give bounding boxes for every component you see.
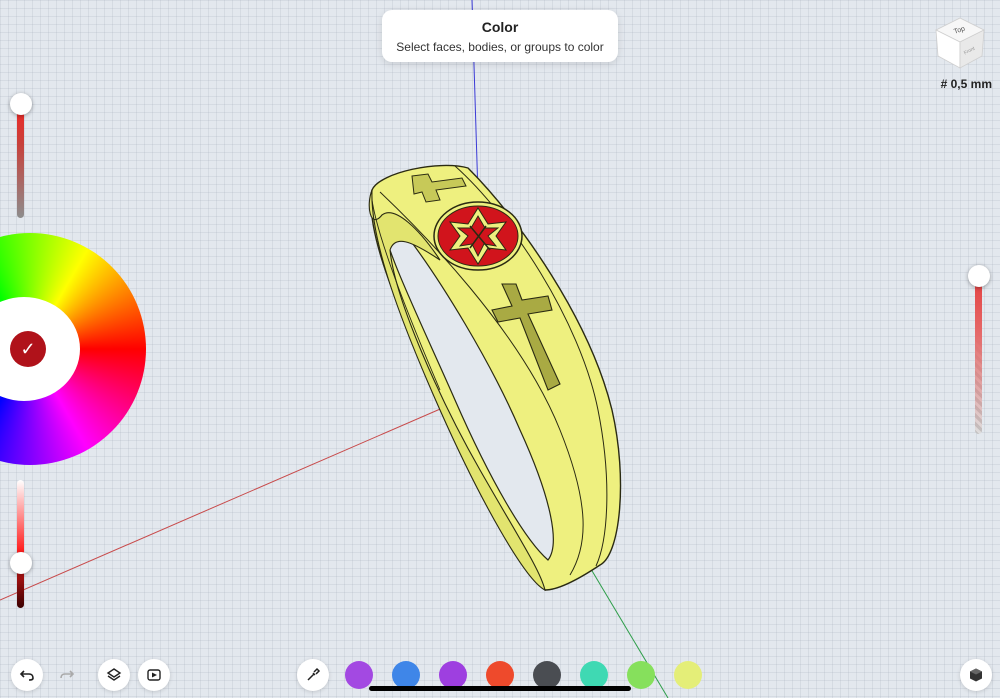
cube-icon	[970, 668, 982, 682]
eyedropper-icon	[307, 667, 321, 681]
undo-button[interactable]	[11, 659, 43, 691]
view-mode-button[interactable]	[960, 659, 992, 691]
layers-button[interactable]	[98, 659, 130, 691]
swatch-teal[interactable]	[580, 661, 608, 689]
brightness-slider-knob[interactable]	[10, 93, 32, 115]
swatch-blue[interactable]	[392, 661, 420, 689]
swatch-violet[interactable]	[439, 661, 467, 689]
scene	[0, 0, 669, 698]
saturation-slider-knob[interactable]	[10, 552, 32, 574]
redo-button[interactable]	[51, 659, 83, 691]
tooltip-subtitle: Select faces, bodies, or groups to color	[396, 40, 604, 54]
redo-icon	[60, 670, 75, 679]
swatch-light-green[interactable]	[627, 661, 655, 689]
eyedropper-button[interactable]	[297, 659, 329, 691]
saturation-slider-track[interactable]	[17, 480, 24, 608]
play-icon	[147, 669, 161, 681]
undo-icon	[19, 670, 34, 681]
3d-viewport[interactable]	[0, 0, 1000, 698]
selected-color-checkmark[interactable]: ✓	[10, 331, 46, 367]
ring-model[interactable]	[368, 164, 622, 592]
opacity-slider-knob[interactable]	[968, 265, 990, 287]
play-button[interactable]	[138, 659, 170, 691]
swatch-pale-yellow[interactable]	[674, 661, 702, 689]
home-indicator	[369, 686, 631, 691]
color-tool-tooltip: Color Select faces, bodies, or groups to…	[382, 10, 618, 62]
tooltip-title: Color	[481, 19, 519, 35]
view-cube[interactable]: Top Front	[930, 12, 990, 70]
layers-icon	[106, 668, 122, 681]
swatch-red-orange[interactable]	[486, 661, 514, 689]
swatch-dark-gray[interactable]	[533, 661, 561, 689]
grid-size-label: # 0,5 mm	[940, 77, 992, 91]
opacity-slider-track[interactable]	[975, 268, 982, 434]
swatch-purple[interactable]	[345, 661, 373, 689]
emblem[interactable]	[433, 201, 523, 271]
